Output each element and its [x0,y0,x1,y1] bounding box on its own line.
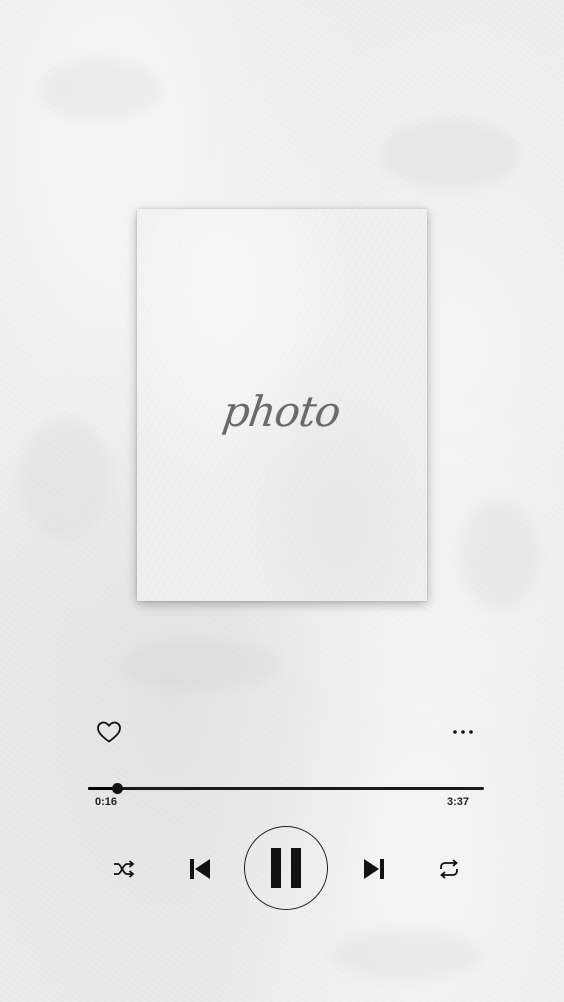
elapsed-time: 0:16 [95,796,118,808]
skip-next-icon [364,859,384,879]
photo-placeholder-card: photo [137,209,427,601]
more-horizontal-icon [453,730,473,734]
previous-track-button[interactable] [184,854,216,884]
shuffle-button[interactable] [110,856,138,882]
progress-bar[interactable] [88,783,484,794]
repeat-button[interactable] [435,856,463,882]
progress-scrubber-handle[interactable] [112,783,124,794]
repeat-icon [440,859,458,879]
total-duration: 3:37 [447,796,470,808]
pause-icon [271,848,301,888]
skip-previous-icon [190,859,210,879]
more-options-button[interactable] [449,722,477,742]
next-track-button[interactable] [358,854,390,884]
like-button[interactable] [94,718,124,746]
shuffle-icon [114,860,135,878]
pause-button[interactable] [244,826,328,910]
photo-label: photo [219,386,343,436]
heart-outline-icon [97,721,121,743]
